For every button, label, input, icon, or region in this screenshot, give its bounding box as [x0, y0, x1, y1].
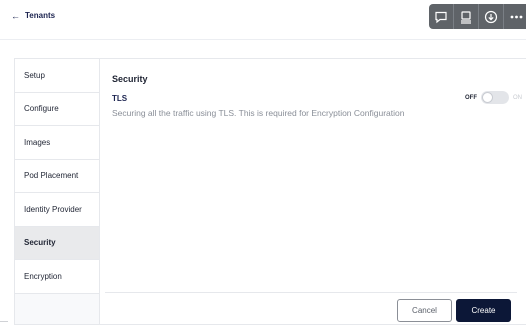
back-link-label: Tenants	[25, 11, 56, 20]
wizard-sidebar: Setup Configure Images Pod Placement Ide…	[15, 59, 100, 324]
tls-toggle[interactable]	[481, 91, 509, 104]
back-to-tenants-link[interactable]: ← Tenants	[11, 11, 55, 21]
toolbar	[429, 4, 526, 29]
document-button[interactable]	[454, 4, 479, 29]
sidebar-item-identity-provider[interactable]: Identity Provider	[15, 193, 99, 227]
back-arrow-icon: ←	[11, 11, 20, 21]
sidebar-item-encryption[interactable]: Encryption	[15, 260, 99, 294]
tls-description: Securing all the traffic using TLS. This…	[112, 108, 405, 118]
comment-button[interactable]	[429, 4, 454, 29]
download-button[interactable]	[479, 4, 504, 29]
sidebar-item-pod-placement[interactable]: Pod Placement	[15, 159, 99, 193]
security-section: Security TLS Securing all the traffic us…	[112, 71, 522, 128]
more-button[interactable]	[504, 4, 526, 29]
comment-icon	[435, 11, 447, 23]
page-corner-divider	[0, 321, 8, 325]
download-icon	[484, 10, 498, 23]
more-icon	[510, 15, 523, 18]
tls-label: TLS	[112, 94, 128, 103]
create-button[interactable]: Create	[456, 299, 511, 322]
sidebar-item-setup[interactable]: Setup	[15, 59, 99, 93]
sidebar-item-images[interactable]: Images	[15, 126, 99, 160]
tls-toggle-group: OFF ON	[465, 91, 522, 104]
toggle-knob	[482, 92, 493, 103]
wizard-footer: Cancel Create	[105, 292, 517, 325]
sidebar-item-security[interactable]: Security	[15, 226, 99, 260]
sidebar-item-configure[interactable]: Configure	[15, 92, 99, 126]
tenant-wizard-panel: Setup Configure Images Pod Placement Ide…	[14, 58, 526, 325]
page-header: ← Tenants	[0, 0, 526, 40]
document-icon	[461, 10, 471, 24]
toggle-on-label: ON	[513, 94, 522, 101]
toggle-off-label: OFF	[465, 94, 477, 101]
cancel-button[interactable]: Cancel	[397, 299, 452, 322]
tls-setting: TLS Securing all the traffic using TLS. …	[112, 91, 522, 128]
section-title: Security	[112, 74, 148, 84]
